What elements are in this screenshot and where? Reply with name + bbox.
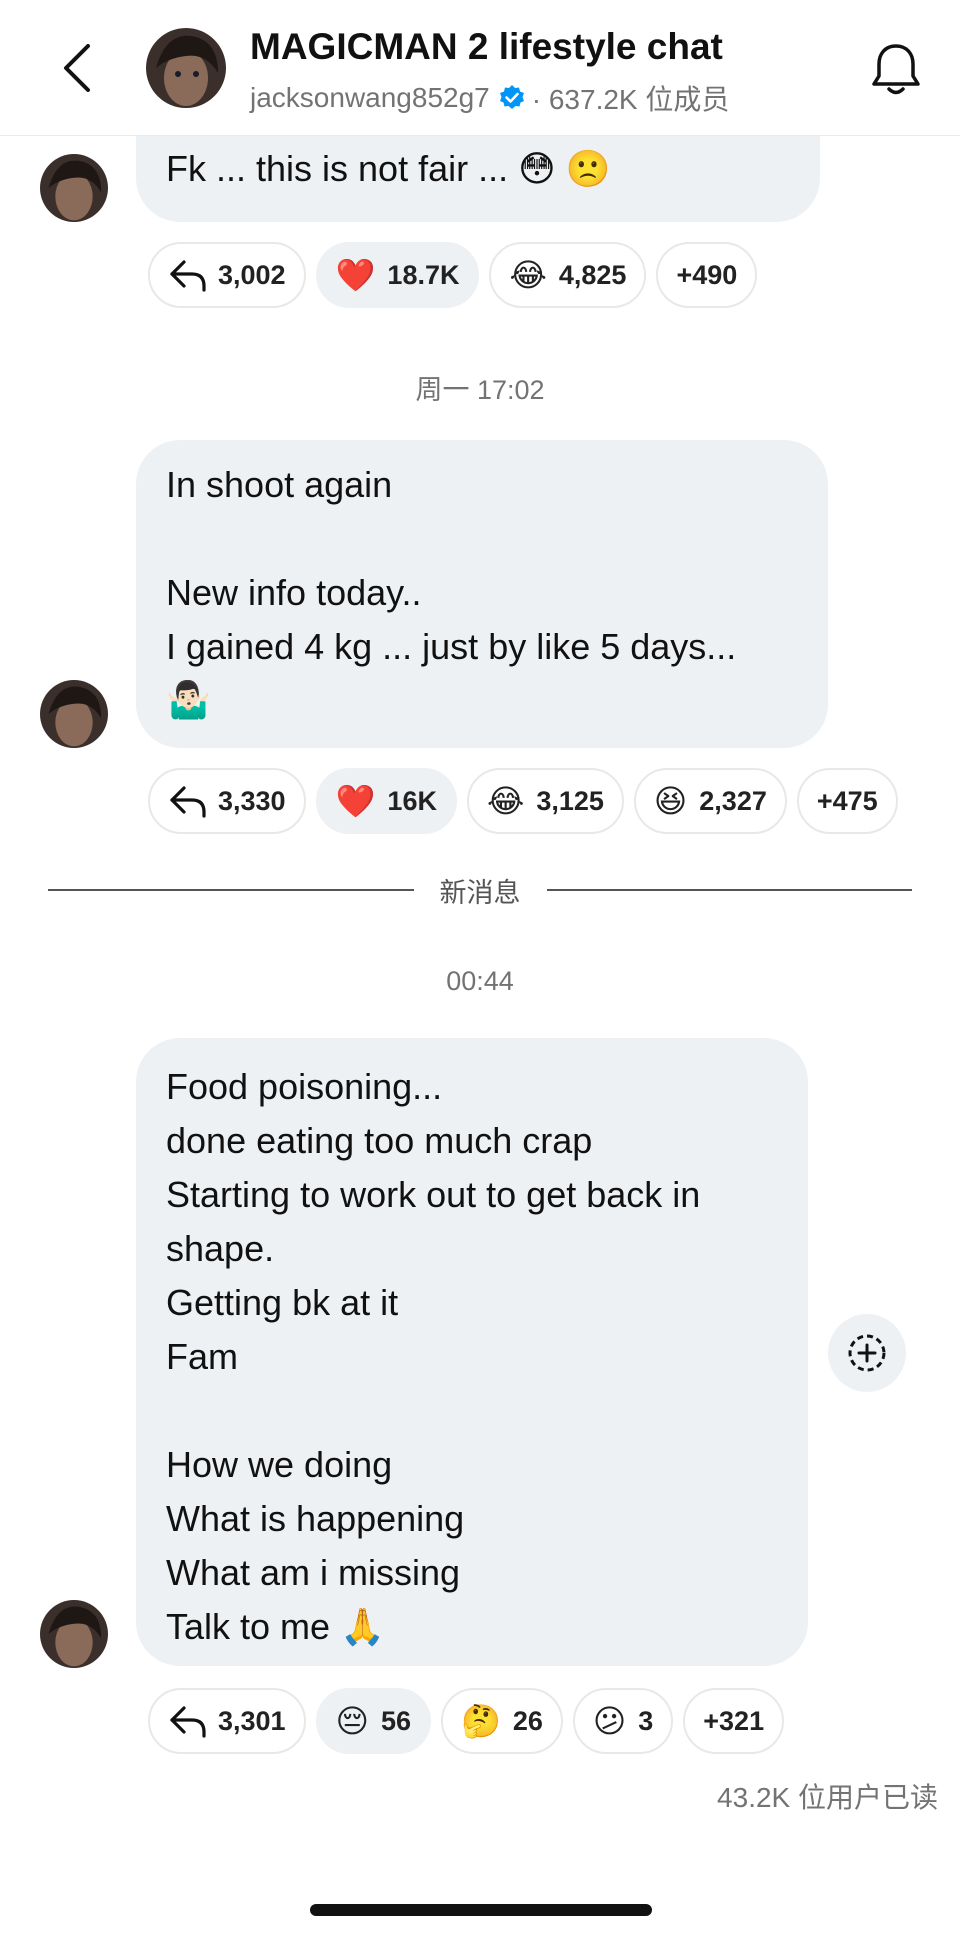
more-reactions-count: +321 xyxy=(703,1705,765,1736)
chat-header: MAGICMAN 2 lifestyle chat jacksonwang852… xyxy=(0,0,960,136)
heart-emoji-icon: ❤️ xyxy=(335,256,376,294)
reaction-count: 16K xyxy=(387,785,437,816)
message-line: shape. xyxy=(166,1228,275,1269)
back-button[interactable] xyxy=(52,38,104,98)
message-line: In shoot again xyxy=(166,464,393,505)
laughing-emoji-icon: 😂 xyxy=(509,256,547,294)
thinking-emoji-icon: 🤔 xyxy=(460,1702,501,1740)
reaction-chip[interactable]: 😂 3,125 xyxy=(466,768,624,834)
sender-avatar[interactable] xyxy=(40,154,108,222)
reaction-count: 3,125 xyxy=(536,785,604,816)
message-line: Fk ... this is not fair ... 😳 🙁 xyxy=(166,148,611,189)
reaction-count: 3 xyxy=(638,1705,654,1736)
message-line: Getting bk at it xyxy=(166,1282,399,1323)
chat-avatar[interactable] xyxy=(146,28,226,108)
message-line: How we doing xyxy=(166,1444,393,1485)
seen-count: 43.2K 位用户已读 xyxy=(717,1782,938,1813)
reaction-count: 18.7K xyxy=(387,259,460,290)
reply-arrow-icon xyxy=(170,1706,206,1738)
reaction-chip[interactable]: 😕 3 xyxy=(572,1688,674,1754)
notifications-button[interactable] xyxy=(868,40,924,100)
message-line xyxy=(166,512,798,566)
reaction-chip[interactable]: 😂 4,825 xyxy=(489,242,647,308)
message-line: I gained 4 kg ... just by like 5 days... xyxy=(166,626,737,667)
reaction-count: 26 xyxy=(512,1705,543,1736)
reply-count: 3,330 xyxy=(218,785,286,816)
message-line: Talk to me 🙏 xyxy=(166,1606,385,1647)
reply-count: 3,301 xyxy=(218,1705,286,1736)
pensive-emoji-icon: 😔 xyxy=(335,1702,369,1740)
confused-emoji-icon: 😕 xyxy=(592,1702,627,1740)
divider-rule xyxy=(48,889,414,891)
message-bubble[interactable]: In shoot again New info today.. I gained… xyxy=(136,440,828,748)
add-reaction-icon xyxy=(848,1334,886,1372)
more-reactions-button[interactable]: +321 xyxy=(683,1688,785,1754)
chevron-left-icon xyxy=(64,44,90,92)
reaction-bar: 3,330 ❤️ 16K 😂 3,125 😆 2,327 +475 xyxy=(148,768,898,834)
message-line: New info today.. xyxy=(166,572,422,613)
reaction-chip[interactable]: 🤔 26 xyxy=(440,1688,563,1754)
message-line: Starting to work out to get back in xyxy=(166,1174,701,1215)
message-line: 🤷🏻‍♂️ xyxy=(166,680,211,721)
sender-avatar[interactable] xyxy=(40,1600,108,1668)
reply-arrow-icon xyxy=(170,260,206,292)
message-line: What am i missing xyxy=(166,1552,461,1593)
more-reactions-count: +475 xyxy=(816,785,878,816)
chat-title[interactable]: MAGICMAN 2 lifestyle chat xyxy=(250,26,723,68)
reaction-chip[interactable]: 😆 2,327 xyxy=(633,768,787,834)
owner-username[interactable]: jacksonwang852g7 xyxy=(250,82,490,114)
heart-emoji-icon: ❤️ xyxy=(335,782,376,820)
timestamp: 周一 17:02 xyxy=(415,375,545,405)
reply-count-button[interactable]: 3,330 xyxy=(148,768,306,834)
reaction-count: 4,825 xyxy=(558,259,627,290)
divider-rule xyxy=(546,889,912,891)
reaction-bar: 3,301 😔 56 🤔 26 😕 3 +321 xyxy=(148,1688,785,1754)
message-line: Fam xyxy=(166,1336,238,1377)
reaction-count: 2,327 xyxy=(699,785,767,816)
reaction-count: 56 xyxy=(380,1705,411,1736)
home-indicator xyxy=(310,1904,652,1916)
message-line: done eating too much crap xyxy=(166,1120,593,1161)
reaction-chip[interactable]: ❤️ 16K xyxy=(315,768,457,834)
timestamp: 00:44 xyxy=(446,966,514,996)
reply-count-button[interactable]: 3,301 xyxy=(148,1688,306,1754)
more-reactions-button[interactable]: +475 xyxy=(796,768,898,834)
laughing-emoji-icon: 😂 xyxy=(486,782,525,820)
reply-arrow-icon xyxy=(170,786,206,818)
add-reaction-button[interactable] xyxy=(828,1314,906,1392)
reaction-chip[interactable]: 😔 56 xyxy=(315,1688,431,1754)
reaction-bar: 3,002 ❤️ 18.7K 😂 4,825 +490 xyxy=(148,242,758,308)
divider-label: 新消息 xyxy=(439,877,521,908)
message-bubble[interactable]: Food poisoning... done eating too much c… xyxy=(136,1038,808,1666)
more-reactions-button[interactable]: +490 xyxy=(656,242,758,308)
chat-subtitle: jacksonwang852g7 · 637.2K 位成员 xyxy=(250,78,729,118)
message-line: Food poisoning... xyxy=(166,1066,443,1107)
sender-avatar[interactable] xyxy=(40,680,108,748)
bell-icon xyxy=(872,44,920,95)
reaction-chip[interactable]: ❤️ 18.7K xyxy=(315,242,480,308)
new-messages-divider: 新消息 xyxy=(48,870,912,910)
verified-badge-icon xyxy=(499,85,524,109)
member-count: · 637.2K 位成员 xyxy=(531,84,730,115)
message-line: What is happening xyxy=(166,1498,465,1539)
grinning-squint-emoji-icon: 😆 xyxy=(653,782,688,820)
reply-count-button[interactable]: 3,002 xyxy=(148,242,306,308)
message-line xyxy=(166,1384,778,1438)
reply-count: 3,002 xyxy=(218,259,286,290)
more-reactions-count: +490 xyxy=(676,259,738,290)
